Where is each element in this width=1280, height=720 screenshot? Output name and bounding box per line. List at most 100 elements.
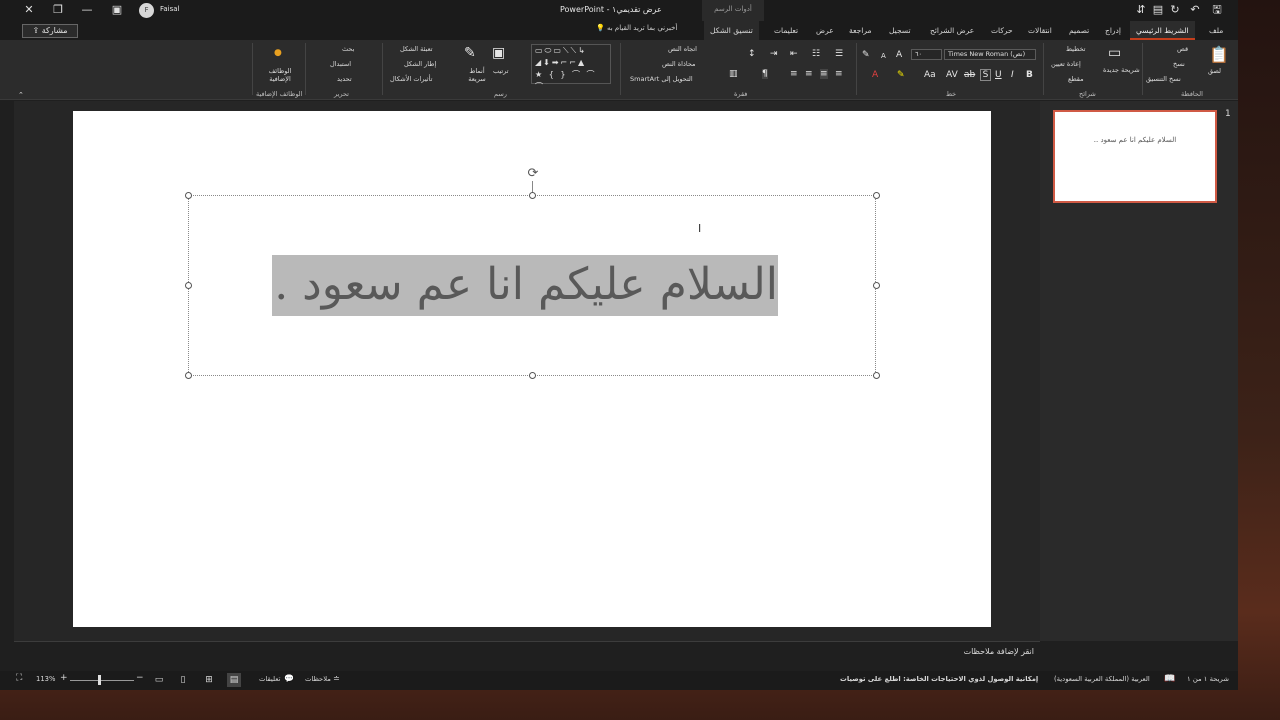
new-slide-icon[interactable]: ▭ <box>1108 45 1121 61</box>
shapes-gallery[interactable]: ▭⬭▭⟍⟍↳ ◢⬇➡⌐⌐▲ ★ { } ⌒ ⌒ ⌒ <box>531 44 611 91</box>
zoom-level[interactable]: 113% <box>36 675 55 683</box>
avatar[interactable]: F <box>139 3 154 18</box>
slide-sorter-icon[interactable]: ⊞ <box>202 673 216 687</box>
find-button[interactable]: بحث <box>342 45 354 53</box>
italic-icon[interactable]: I <box>1011 70 1014 80</box>
tab-slideshow[interactable]: عرض الشرائح <box>924 21 980 40</box>
shape-outline-button[interactable]: إطار الشكل <box>404 60 436 68</box>
shadow-icon[interactable]: S <box>980 69 991 81</box>
shape-fill-button[interactable]: تعبئة الشكل <box>400 45 433 53</box>
tab-file[interactable]: ملف <box>1203 21 1229 40</box>
normal-view-icon[interactable]: ▤ <box>227 673 241 687</box>
share-button[interactable]: ⇪ مشاركة <box>22 24 78 38</box>
reset-button[interactable]: إعادة تعيين <box>1051 60 1081 68</box>
numbering-icon[interactable]: ☷ <box>812 49 820 59</box>
addins-icon[interactable]: ● <box>274 48 282 58</box>
rotate-handle-icon[interactable]: ⟳ <box>526 167 540 181</box>
select-button[interactable]: تحديد <box>337 75 352 83</box>
increase-indent-icon[interactable]: ⇥ <box>770 49 778 59</box>
underline-icon[interactable]: U <box>995 70 1002 80</box>
slide-title-text[interactable]: السلام عليكم انا عم سعود .. <box>272 255 778 316</box>
new-slide-button[interactable]: شريحة جديدة <box>1103 66 1140 74</box>
tab-help[interactable]: تعليمات <box>768 21 804 40</box>
line-spacing-icon[interactable]: ↕ <box>748 49 756 59</box>
tab-design[interactable]: تصميم <box>1063 21 1095 40</box>
arrange-icon[interactable]: ▣ <box>492 45 505 61</box>
copy-button[interactable]: نسخ <box>1173 60 1185 68</box>
bold-icon[interactable]: B <box>1026 70 1033 80</box>
font-name-box[interactable]: Times New Roman (نص) <box>944 49 1036 60</box>
tab-shape-format[interactable]: تنسيق الشكل <box>704 21 759 40</box>
spell-check-icon[interactable]: 📖 <box>1164 674 1175 684</box>
addins-button[interactable]: الوظائف الإضافية <box>262 67 298 83</box>
cut-button[interactable]: قص <box>1177 45 1188 53</box>
smartart-button[interactable]: التحويل إلى SmartArt <box>630 75 693 83</box>
reading-view-icon[interactable]: ▯ <box>176 673 190 687</box>
paste-icon[interactable]: 📋 <box>1209 46 1229 64</box>
resize-handle[interactable] <box>185 282 192 289</box>
font-size-box[interactable]: ٦٠ <box>911 49 942 60</box>
slide-thumbnail[interactable]: السلام عليكم انا عم سعود .. <box>1053 110 1217 203</box>
align-text-button[interactable]: محاذاة النص <box>662 60 696 68</box>
bullets-icon[interactable]: ☰ <box>835 49 843 59</box>
resize-handle[interactable] <box>185 372 192 379</box>
tab-transitions[interactable]: انتقالات <box>1022 21 1058 40</box>
replace-button[interactable]: استبدال <box>330 60 351 68</box>
shape-effects-button[interactable]: تأثيرات الأشكال <box>390 75 432 83</box>
strikethrough-icon[interactable]: ab <box>964 70 975 80</box>
collapse-ribbon-icon[interactable]: ⌃ <box>18 90 24 100</box>
user-name[interactable]: Faisal <box>160 5 180 13</box>
quick-styles-icon[interactable]: ✎ <box>464 45 476 61</box>
align-right-icon[interactable]: ≡ <box>835 69 843 79</box>
justify-icon[interactable]: ≡ <box>790 69 798 79</box>
slideshow-view-icon[interactable]: ▭ <box>152 673 166 687</box>
zoom-out-icon[interactable]: − <box>136 673 144 683</box>
center-icon[interactable]: ≡ <box>820 69 828 79</box>
language-indicator[interactable]: العربية (المملكة العربية السعودية) <box>1054 675 1150 683</box>
resize-handle[interactable] <box>529 372 536 379</box>
rtl-direction-icon[interactable]: ¶ <box>762 69 768 79</box>
comments-button[interactable]: تعليقات <box>259 675 280 683</box>
font-color-icon[interactable]: A <box>872 70 878 80</box>
tab-home[interactable]: الشريط الرئيسي <box>1130 21 1195 40</box>
minimize-icon[interactable]: — <box>80 3 94 17</box>
start-from-beginning-icon[interactable]: ▤ <box>1151 3 1165 17</box>
zoom-in-icon[interactable]: + <box>60 673 68 683</box>
decrease-indent-icon[interactable]: ⇤ <box>790 49 798 59</box>
section-button[interactable]: مقطع <box>1068 75 1084 83</box>
resize-handle[interactable] <box>185 192 192 199</box>
align-left-icon[interactable]: ≡ <box>805 69 813 79</box>
undo-icon[interactable]: ↶ <box>1188 3 1202 17</box>
tab-insert[interactable]: إدراج <box>1099 21 1127 40</box>
resize-handle[interactable] <box>873 192 880 199</box>
tell-me-search[interactable]: أخبرني بما تريد القيام به 💡 <box>596 24 677 32</box>
clear-formatting-icon[interactable]: ✎ <box>862 50 870 60</box>
layout-button[interactable]: تخطيط <box>1066 45 1085 53</box>
arrange-button[interactable]: ترتيب <box>493 67 509 75</box>
highlight-icon[interactable]: ✎ <box>897 70 905 80</box>
ribbon-display-icon[interactable]: ▣ <box>110 3 124 17</box>
paste-button[interactable]: لصق <box>1208 67 1221 75</box>
decrease-font-icon[interactable]: A <box>881 51 886 61</box>
restore-icon[interactable]: ❐ <box>51 3 65 17</box>
zoom-slider-thumb[interactable] <box>98 675 101 685</box>
notes-pane[interactable]: انقر لإضافة ملاحظات <box>14 641 1040 671</box>
tab-record[interactable]: تسجيل <box>883 21 917 40</box>
character-spacing-icon[interactable]: AV <box>946 70 958 80</box>
customize-qat-icon[interactable]: ⇵ <box>1134 3 1148 17</box>
close-icon[interactable]: ✕ <box>22 3 36 17</box>
increase-font-icon[interactable]: A <box>896 50 902 60</box>
tab-review[interactable]: مراجعة <box>843 21 878 40</box>
fit-to-window-icon[interactable]: ⛶ <box>16 673 22 683</box>
change-case-icon[interactable]: Aa <box>924 70 936 80</box>
tab-view[interactable]: عرض <box>810 21 840 40</box>
resize-handle[interactable] <box>873 372 880 379</box>
text-direction-button[interactable]: اتجاه النص <box>668 45 697 53</box>
resize-handle[interactable] <box>529 192 536 199</box>
accessibility-status[interactable]: إمكانية الوصول لذوي الاحتياجات الخاصة: ا… <box>840 675 1038 683</box>
tab-animations[interactable]: حركات <box>985 21 1019 40</box>
redo-icon[interactable]: ↻ <box>1168 3 1182 17</box>
notes-button[interactable]: ملاحظات <box>305 675 331 683</box>
resize-handle[interactable] <box>873 282 880 289</box>
zoom-slider[interactable] <box>70 680 134 681</box>
